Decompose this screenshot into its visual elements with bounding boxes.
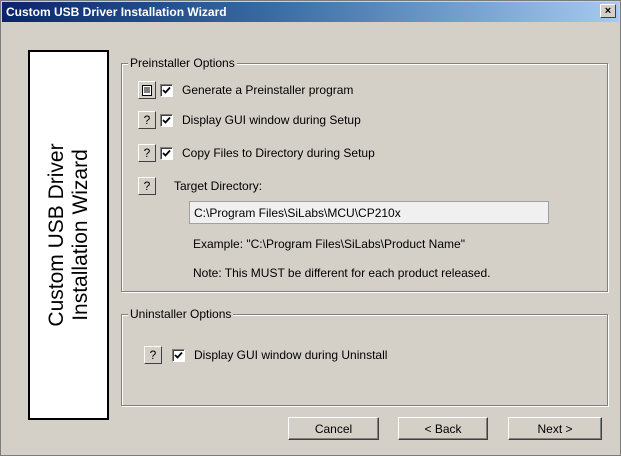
- side-banner: Custom USB Driver Installation Wizard: [28, 50, 109, 420]
- question-mark-icon: ?: [149, 348, 157, 362]
- copy-files-label: Copy Files to Directory during Setup: [182, 146, 375, 160]
- uninstaller-options-legend: Uninstaller Options: [128, 307, 234, 321]
- example-text: Example: "C:\Program Files\SiLabs\Produc…: [193, 237, 465, 251]
- side-banner-line2: Installation Wizard: [68, 149, 92, 321]
- question-mark-icon: ?: [143, 179, 151, 193]
- wizard-window: Custom USB Driver Installation Wizard × …: [0, 0, 621, 456]
- preinstaller-options-group: Preinstaller Options: [121, 56, 608, 292]
- copy-files-checkbox[interactable]: [160, 147, 173, 160]
- back-button[interactable]: < Back: [398, 417, 488, 440]
- checkmark-icon: [162, 116, 171, 124]
- target-directory-input[interactable]: [189, 201, 549, 224]
- display-gui-setup-label: Display GUI window during Setup: [182, 113, 361, 127]
- close-icon: ×: [604, 4, 612, 17]
- display-gui-setup-checkbox[interactable]: [160, 114, 173, 127]
- target-directory-label: Target Directory:: [174, 179, 263, 193]
- preinstaller-options-legend: Preinstaller Options: [128, 56, 237, 70]
- window-title: Custom USB Driver Installation Wizard: [6, 5, 227, 19]
- side-banner-line1: Custom USB Driver: [44, 143, 68, 327]
- uninstall-gui-help-button[interactable]: ?: [144, 346, 162, 364]
- generate-preinstaller-help-button[interactable]: [138, 81, 156, 99]
- close-button[interactable]: ×: [600, 4, 616, 18]
- next-button[interactable]: Next >: [508, 417, 602, 440]
- target-directory-help-button[interactable]: ?: [138, 177, 156, 195]
- checkmark-icon: [162, 149, 171, 157]
- display-gui-setup-help-button[interactable]: ?: [138, 111, 156, 129]
- checkmark-icon: [174, 351, 183, 359]
- copy-files-help-button[interactable]: ?: [138, 144, 156, 162]
- side-banner-text: Custom USB Driver Installation Wizard: [45, 143, 93, 326]
- title-bar[interactable]: Custom USB Driver Installation Wizard ×: [2, 2, 619, 22]
- question-mark-icon: ?: [143, 113, 151, 127]
- question-mark-icon: ?: [143, 146, 151, 160]
- checkmark-icon: [162, 86, 171, 94]
- generate-preinstaller-label: Generate a Preinstaller program: [182, 83, 354, 97]
- note-text: Note: This MUST be different for each pr…: [193, 266, 491, 280]
- cancel-button[interactable]: Cancel: [288, 417, 379, 440]
- uninstall-gui-label: Display GUI window during Uninstall: [194, 348, 388, 362]
- uninstall-gui-checkbox[interactable]: [172, 349, 185, 362]
- generate-preinstaller-checkbox[interactable]: [160, 84, 173, 97]
- document-icon: [142, 84, 152, 96]
